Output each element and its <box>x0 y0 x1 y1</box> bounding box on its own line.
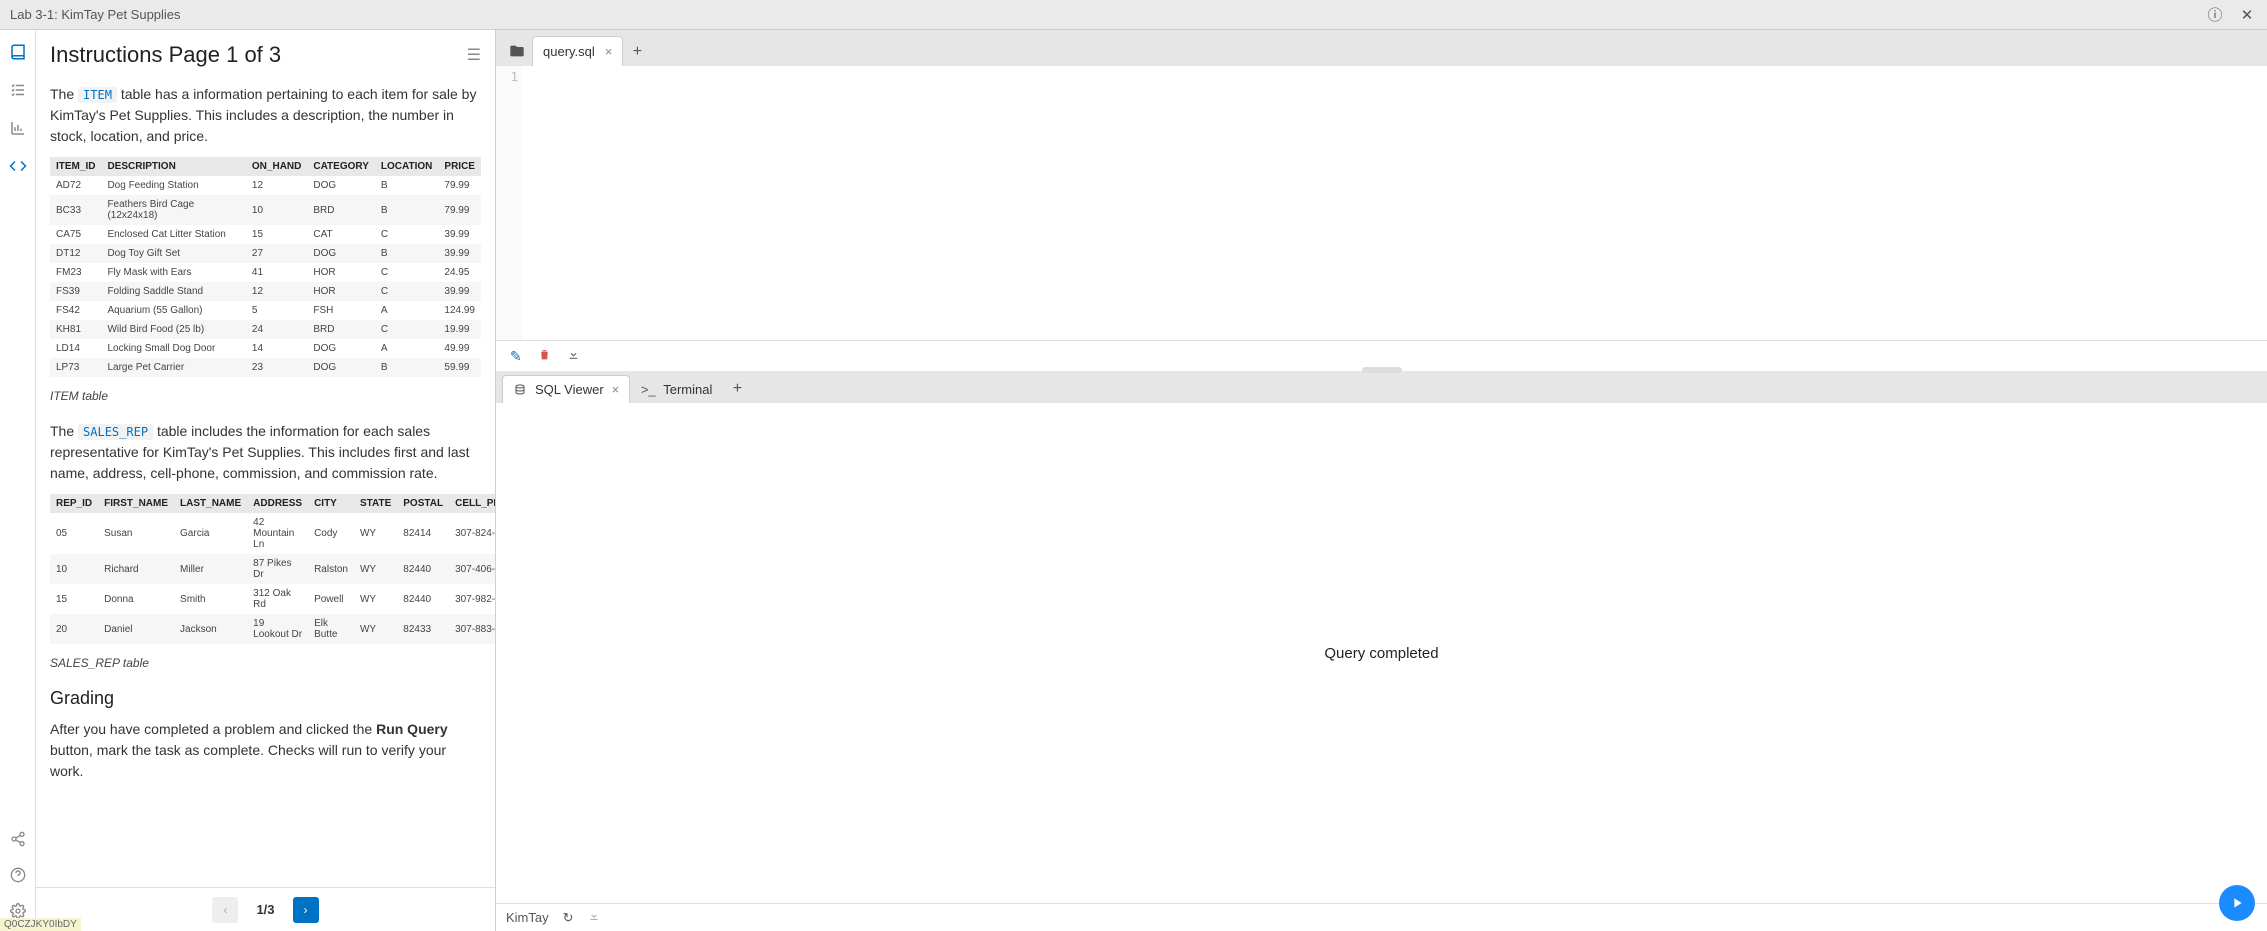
editor-tabs: query.sql × + <box>496 30 2267 66</box>
title-bar: Lab 3-1: KimTay Pet Supplies ⓘ ✕ <box>0 0 2267 30</box>
line-gutter: 1 <box>496 66 522 340</box>
hamburger-icon[interactable]: ☰ <box>467 45 481 65</box>
next-page-button[interactable]: › <box>293 897 319 923</box>
intro-paragraph: The ITEM table has a information pertain… <box>50 84 481 147</box>
code-icon[interactable] <box>8 156 28 176</box>
table-header: FIRST_NAME <box>98 494 174 513</box>
table-row: CA75Enclosed Cat Litter Station15CATC39.… <box>50 225 481 244</box>
terminal-icon: >_ <box>641 383 655 397</box>
page-indicator: 1/3 <box>256 902 274 917</box>
table-row: 10RichardMiller87 Pikes DrRalstonWY82440… <box>50 554 495 584</box>
salesrep-paragraph: The SALES_REP table includes the informa… <box>50 421 481 484</box>
edit-icon[interactable]: ✎ <box>510 348 522 365</box>
table-row: 15DonnaSmith312 Oak RdPowellWY82440307-9… <box>50 584 495 614</box>
table-row: KH81Wild Bird Food (25 lb)24BRDC19.99 <box>50 320 481 339</box>
file-tab[interactable]: query.sql × <box>532 36 623 66</box>
terminal-tab[interactable]: >_ Terminal <box>630 375 723 403</box>
footer-id: Q0CZJKY0IbDY <box>0 918 81 931</box>
table-header: LOCATION <box>375 157 438 176</box>
table-row: FS42Aquarium (55 Gallon)5FSHA124.99 <box>50 301 481 320</box>
table-header: PRICE <box>438 157 481 176</box>
terminal-label: Terminal <box>663 382 712 397</box>
delete-icon[interactable] <box>538 348 551 364</box>
table-row: DT12Dog Toy Gift Set27DOGB39.99 <box>50 244 481 263</box>
sql-tab-close-icon[interactable]: × <box>612 382 620 397</box>
item-table: ITEM_IDDESCRIPTIONON_HANDCATEGORYLOCATIO… <box>50 157 481 377</box>
item-table-caption: ITEM table <box>50 389 481 403</box>
chart-icon[interactable] <box>8 118 28 138</box>
table-header: DESCRIPTION <box>101 157 245 176</box>
table-row: LP73Large Pet Carrier23DOGB59.99 <box>50 358 481 377</box>
grading-paragraph: After you have completed a problem and c… <box>50 719 481 782</box>
table-header: CELL_PHONE <box>449 494 495 513</box>
sql-viewer-tab[interactable]: SQL Viewer × <box>502 375 630 403</box>
bottom-tabs: SQL Viewer × >_ Terminal + <box>496 371 2267 403</box>
db-name: KimTay <box>506 910 549 925</box>
add-bottom-tab-button[interactable]: + <box>723 375 751 403</box>
drag-handle[interactable] <box>1362 367 1402 373</box>
table-header: REP_ID <box>50 494 98 513</box>
pager: ‹ 1/3 › <box>36 887 495 931</box>
code-editor[interactable]: 1 <box>496 66 2267 341</box>
tab-close-icon[interactable]: × <box>605 44 613 59</box>
table-row: FS39Folding Saddle Stand12HORC39.99 <box>50 282 481 301</box>
window-title: Lab 3-1: KimTay Pet Supplies <box>10 7 181 22</box>
table-row: 05SusanGarcia42 Mountain LnCodyWY8241430… <box>50 513 495 554</box>
table-header: ON_HAND <box>246 157 307 176</box>
table-header: STATE <box>354 494 397 513</box>
table-row: LD14Locking Small Dog Door14DOGA49.99 <box>50 339 481 358</box>
table-row: FM23Fly Mask with Ears41HORC24.95 <box>50 263 481 282</box>
database-icon <box>513 383 527 397</box>
instructions-pane: Instructions Page 1 of 3 ☰ The ITEM tabl… <box>36 30 496 931</box>
table-row: BC33Feathers Bird Cage (12x24x18)10BRDB7… <box>50 195 481 225</box>
table-header: ADDRESS <box>247 494 308 513</box>
sql-viewer-label: SQL Viewer <box>535 382 604 397</box>
table-row: 20DanielJackson19 Lookout DrElk ButteWY8… <box>50 614 495 644</box>
info-icon[interactable]: ⓘ <box>2205 4 2225 25</box>
prev-page-button[interactable]: ‹ <box>212 897 238 923</box>
download-status-icon[interactable] <box>588 910 600 925</box>
share-icon[interactable] <box>8 829 28 849</box>
salesrep-table: REP_IDFIRST_NAMELAST_NAMEADDRESSCITYSTAT… <box>50 494 495 644</box>
table-header: LAST_NAME <box>174 494 247 513</box>
table-header: CITY <box>308 494 354 513</box>
help-icon[interactable] <box>8 865 28 885</box>
refresh-icon[interactable]: ↻ <box>563 910 574 926</box>
table-header: ITEM_ID <box>50 157 101 176</box>
download-icon[interactable] <box>567 348 580 364</box>
status-bar: KimTay ↻ <box>496 903 2267 931</box>
table-row: AD72Dog Feeding Station12DOGB79.99 <box>50 176 481 195</box>
run-query-button[interactable] <box>2219 885 2255 921</box>
salesrep-code-tag: SALES_REP <box>78 424 153 440</box>
folder-icon[interactable] <box>502 36 532 66</box>
result-text: Query completed <box>1324 645 1438 662</box>
file-tab-label: query.sql <box>543 44 595 59</box>
table-header: POSTAL <box>397 494 449 513</box>
book-icon[interactable] <box>8 42 28 62</box>
item-code-tag: ITEM <box>78 87 117 103</box>
add-tab-button[interactable]: + <box>623 38 651 66</box>
table-header: CATEGORY <box>307 157 375 176</box>
result-area: Query completed <box>496 403 2267 903</box>
close-icon[interactable]: ✕ <box>2237 6 2257 24</box>
code-text-area[interactable] <box>522 66 2267 340</box>
grading-header: Grading <box>50 688 481 709</box>
instructions-heading: Instructions Page 1 of 3 <box>50 42 467 68</box>
editor-area: query.sql × + 1 ✎ SQL Viewer × <box>496 30 2267 931</box>
instructions-body[interactable]: The ITEM table has a information pertain… <box>36 76 495 887</box>
salesrep-table-caption: SALES_REP table <box>50 656 481 670</box>
checklist-icon[interactable] <box>8 80 28 100</box>
side-rail <box>0 30 36 931</box>
